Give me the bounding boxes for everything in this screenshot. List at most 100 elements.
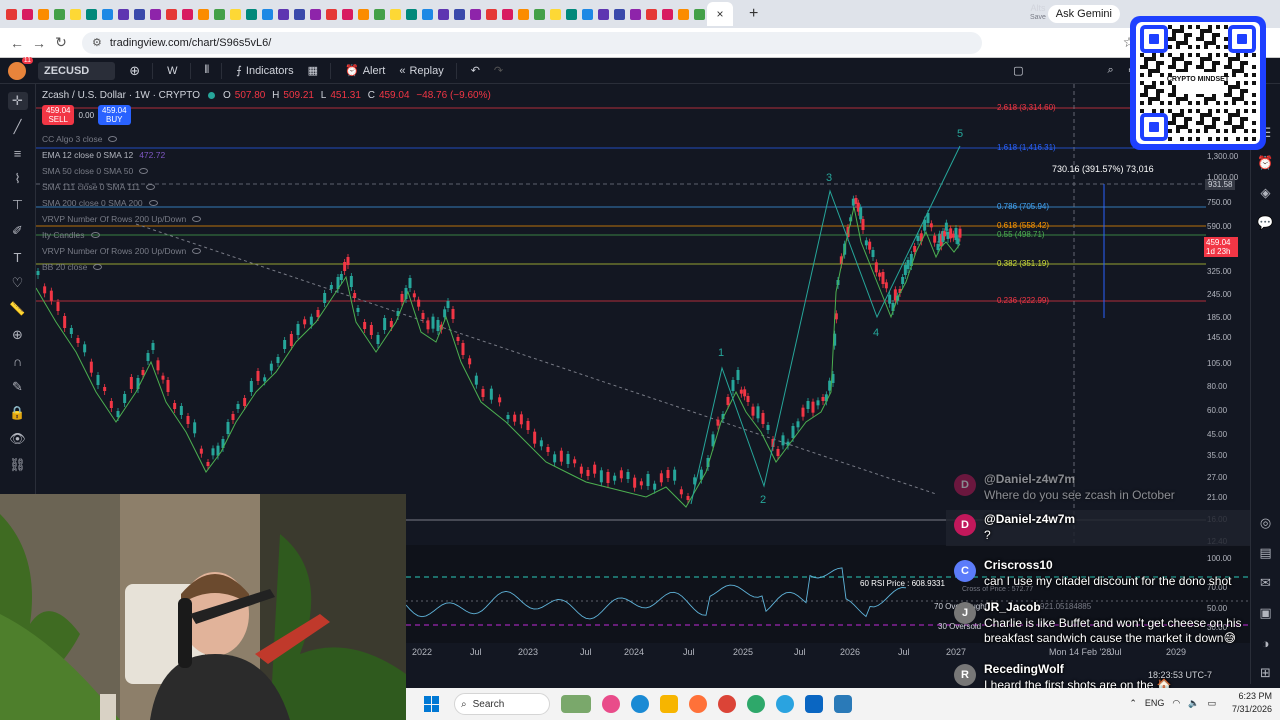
layout-name-button[interactable]: Alts Save [1030,3,1046,23]
notes-icon[interactable]: ✉ [1257,574,1275,592]
tab-favicon-icon[interactable] [454,8,465,20]
tab-favicon-icon[interactable] [422,8,433,20]
tab-favicon-icon[interactable] [134,8,145,20]
tab-favicon-icon[interactable] [310,8,321,20]
eye-icon[interactable]: 👁 [8,430,28,448]
tab-favicon-icon[interactable] [566,8,577,20]
new-tab-button[interactable]: + [749,5,758,23]
zoom-icon[interactable]: ⊕ [8,326,28,344]
tab-favicon-icon[interactable] [22,8,33,20]
buy-button[interactable]: 459.04 BUY [98,105,131,125]
hidden-eye-icon[interactable] [192,216,202,222]
trendline-icon[interactable]: ╱ [8,118,28,136]
store-icon[interactable] [834,695,852,713]
alerts-icon[interactable]: ⏰ [1257,154,1275,172]
tab-favicon-icon[interactable] [326,8,337,20]
indicator-row[interactable]: EMA 12 close 0 SMA 12 472.72 [42,147,495,163]
tab-favicon-icon[interactable] [38,8,49,20]
indicator-row[interactable]: BB 20 close [42,259,495,275]
site-info-icon[interactable]: ⚙ [92,36,102,49]
ideas-icon[interactable]: ◑ [1257,634,1275,652]
target-icon[interactable]: ◎ [1257,514,1275,532]
tab-favicon-icon[interactable] [166,8,177,20]
taskbar-search[interactable]: ⌕ Search [454,693,550,715]
start-icon[interactable] [424,696,440,712]
system-tray[interactable]: ⌃ ENG ◠ 🔈 ▭ [1129,698,1216,709]
text-icon[interactable]: T [8,248,28,266]
add-symbol-icon[interactable]: ⊕ [129,63,140,79]
forward-icon[interactable]: → [28,32,50,54]
hidden-eye-icon[interactable] [108,136,118,142]
search-icon[interactable]: ⌕ [1108,64,1114,77]
indicator-row[interactable]: SMA 50 close 0 SMA 50 [42,163,495,179]
hidden-eye-icon[interactable] [146,184,156,190]
tab-favicons[interactable] [6,8,705,20]
tab-favicon-icon[interactable] [198,8,209,20]
hidden-eye-icon[interactable] [148,200,158,206]
tab-favicon-icon[interactable] [150,8,161,20]
tab-favicon-icon[interactable] [518,8,529,20]
tab-favicon-icon[interactable] [582,8,593,20]
fib-icon[interactable]: ≡ [8,144,28,162]
tab-favicon-icon[interactable] [486,8,497,20]
reload-icon[interactable]: ↻ [50,32,72,54]
candle-style-icon[interactable]: ⫴ [205,64,210,77]
tab-favicon-icon[interactable] [678,8,689,20]
tab-favicon-icon[interactable] [406,8,417,20]
widgets-icon[interactable] [561,695,591,713]
chat-icon[interactable]: 💬 [1257,214,1275,232]
indicator-row[interactable]: SMA 200 close 0 SMA 200 [42,195,495,211]
symbol-search[interactable]: ZECUSD [38,61,116,80]
tab-favicon-icon[interactable] [502,8,513,20]
tab-favicon-icon[interactable] [342,8,353,20]
tab-favicon-icon[interactable] [262,8,273,20]
grid-icon[interactable]: ⊞ [1257,664,1275,682]
tab-favicon-icon[interactable] [374,8,385,20]
tab-favicon-icon[interactable] [86,8,97,20]
file-explorer-icon[interactable] [660,695,678,713]
indicator-row[interactable]: VRVP Number Of Rows 200 Up/Down [42,243,495,259]
app-icon[interactable] [747,695,765,713]
layouts-icon[interactable]: ▦ [308,64,318,77]
undo-icon[interactable]: ↶ [471,64,480,77]
cursor-icon[interactable]: ✛ [7,92,28,110]
tab-favicon-icon[interactable] [646,8,657,20]
ruler-icon[interactable]: 📏 [8,300,28,318]
indicator-row[interactable]: Ity Candles [42,227,495,243]
indicators-button[interactable]: ⨍ Indicators [236,64,293,78]
tab-favicon-icon[interactable] [6,8,17,20]
firefox-icon[interactable] [689,695,707,713]
brush-icon[interactable]: ✐ [8,222,28,240]
hidden-eye-icon[interactable] [90,232,100,238]
tab-favicon-icon[interactable] [102,8,113,20]
link-icon[interactable]: ⛓ [8,456,28,474]
edge-icon[interactable] [631,695,649,713]
screen-icon[interactable]: ▣ [1257,604,1275,622]
pattern-icon[interactable]: ⌇ [8,170,28,188]
chrome-icon[interactable] [718,695,736,713]
hidden-eye-icon[interactable] [139,168,149,174]
tab-favicon-icon[interactable] [630,8,641,20]
indicator-row[interactable]: SMA 111 close 0 SMA 111 [42,179,495,195]
user-avatar[interactable]: 11 [8,56,33,80]
copilot-icon[interactable] [602,695,620,713]
telegram-icon[interactable] [776,695,794,713]
lock-draw-icon[interactable]: ✎ [8,378,28,396]
replay-button[interactable]: «Replay [399,65,443,77]
redo-icon[interactable]: ↷ [494,64,503,77]
sell-button[interactable]: 459.04 SELL [42,105,75,125]
tab-favicon-icon[interactable] [246,8,257,20]
tab-favicon-icon[interactable] [54,8,65,20]
tab-favicon-icon[interactable] [294,8,305,20]
hidden-eye-icon[interactable] [93,264,103,270]
layers-icon[interactable]: ◈ [1257,184,1275,202]
tab-favicon-icon[interactable] [470,8,481,20]
url-field[interactable]: ⚙ tradingview.com/chart/S96s5vL6/ [82,31,982,54]
tab-favicon-icon[interactable] [70,8,81,20]
back-icon[interactable]: ← [6,32,28,54]
tab-favicon-icon[interactable] [390,8,401,20]
tab-favicon-icon[interactable] [358,8,369,20]
tab-favicon-icon[interactable] [534,8,545,20]
tab-favicon-icon[interactable] [438,8,449,20]
tab-favicon-icon[interactable] [694,8,705,20]
